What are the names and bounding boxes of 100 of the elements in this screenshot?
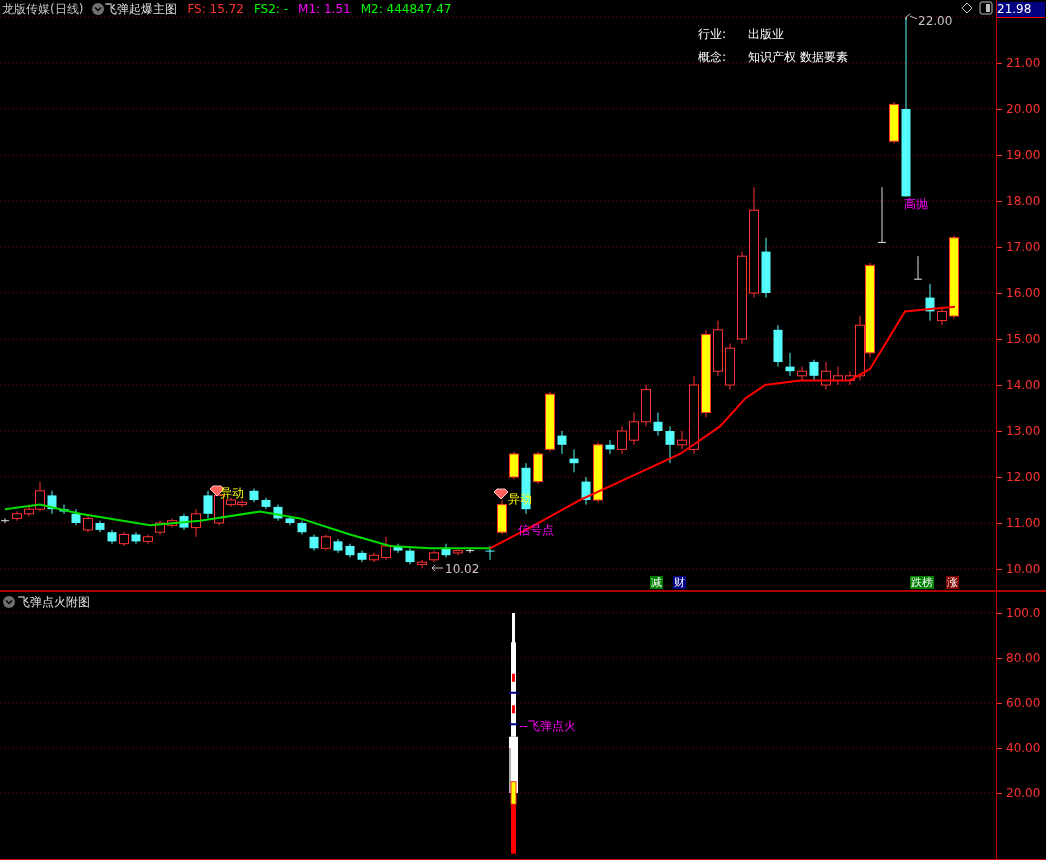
axis-label: 40.00 bbox=[1006, 741, 1041, 755]
candlestick bbox=[369, 552, 379, 563]
candlestick bbox=[345, 543, 355, 558]
info-value: 知识产权 数据要素 bbox=[748, 49, 848, 66]
candlestick bbox=[203, 490, 213, 519]
info-label: 行业: bbox=[698, 26, 728, 43]
axis-label: 12.00 bbox=[1006, 470, 1041, 484]
axis-label: 13.00 bbox=[1006, 424, 1041, 438]
axis-label: 11.00 bbox=[1006, 516, 1041, 530]
candlestick bbox=[155, 520, 165, 535]
candlestick bbox=[95, 520, 105, 533]
axis-label: 100.0 bbox=[1006, 606, 1041, 620]
axis-label: 17.00 bbox=[1006, 240, 1041, 254]
candlestick bbox=[677, 430, 687, 450]
candlestick bbox=[557, 430, 567, 455]
candlestick bbox=[913, 255, 923, 280]
candlestick bbox=[533, 451, 543, 485]
panel-title: 飞弹点火附图 bbox=[18, 595, 90, 609]
event-tag: 财 bbox=[673, 576, 686, 589]
indicator-title: 飞弹起爆主图 bbox=[105, 0, 178, 18]
candlestick bbox=[785, 352, 795, 377]
candlestick bbox=[925, 283, 935, 322]
diamond-icon[interactable] bbox=[961, 2, 973, 14]
candlestick bbox=[179, 513, 189, 531]
candlestick bbox=[12, 511, 22, 522]
candlestick bbox=[107, 529, 117, 545]
candlestick bbox=[0, 517, 10, 524]
candlestick bbox=[143, 534, 153, 545]
candlestick bbox=[237, 499, 247, 508]
candlestick bbox=[617, 425, 627, 455]
candlestick bbox=[309, 534, 319, 552]
candlestick bbox=[545, 391, 555, 453]
info-label: 概念: bbox=[698, 49, 728, 66]
candlestick bbox=[285, 515, 295, 526]
candlestick bbox=[393, 543, 403, 554]
candlestick bbox=[593, 442, 603, 503]
axis-label: 21.00 bbox=[1006, 56, 1041, 70]
axis-label: 20.00 bbox=[1006, 786, 1041, 800]
candlestick bbox=[321, 534, 331, 552]
candlestick bbox=[333, 538, 343, 554]
candlestick bbox=[83, 515, 93, 533]
candlestick bbox=[465, 547, 475, 554]
panel-toggle-icon[interactable] bbox=[979, 1, 993, 15]
price-mark: 10.02 bbox=[445, 562, 480, 576]
axis-label: 15.00 bbox=[1006, 332, 1041, 346]
candlestick bbox=[381, 536, 391, 561]
candlestick bbox=[429, 550, 439, 563]
current-price-badge: 21.98 bbox=[997, 2, 1045, 18]
candlestick bbox=[581, 476, 591, 506]
candlestick bbox=[833, 366, 843, 386]
event-tag: 涨 bbox=[946, 576, 959, 589]
candlestick bbox=[226, 497, 236, 508]
candlestick bbox=[725, 343, 735, 391]
candlestick bbox=[509, 451, 519, 480]
indicator-reading: M2: 444847.47 bbox=[360, 2, 452, 16]
event-tag: 跌榜 bbox=[910, 576, 934, 589]
candlestick bbox=[937, 306, 947, 326]
arrow-icon bbox=[431, 564, 444, 572]
indicator-reading: FS: 15.72 bbox=[187, 2, 244, 16]
candlestick bbox=[261, 497, 271, 510]
candlestick bbox=[405, 547, 415, 565]
candlestick bbox=[119, 531, 129, 547]
axis-label: 14.00 bbox=[1006, 378, 1041, 392]
axis-label: 10.00 bbox=[1006, 562, 1041, 576]
candlestick bbox=[713, 320, 723, 377]
candlestick bbox=[497, 499, 507, 535]
axis-label: 60.00 bbox=[1006, 696, 1041, 710]
candlestick bbox=[569, 448, 579, 473]
chevron-down-icon[interactable] bbox=[92, 3, 104, 15]
candlestick bbox=[59, 504, 69, 515]
chevron-down-icon[interactable] bbox=[3, 596, 15, 608]
candlestick bbox=[653, 412, 663, 437]
leader-line bbox=[905, 13, 918, 21]
candlestick bbox=[273, 504, 283, 522]
candlestick bbox=[809, 359, 819, 381]
candlestick bbox=[417, 559, 427, 569]
gem-icon bbox=[493, 488, 509, 500]
candlestick bbox=[641, 384, 651, 427]
axis-label: 80.00 bbox=[1006, 651, 1041, 665]
signal-label: --飞弹点火 bbox=[519, 718, 576, 733]
candlestick bbox=[773, 324, 783, 368]
candlestick bbox=[665, 425, 675, 464]
axis-label: 16.00 bbox=[1006, 286, 1041, 300]
candlestick bbox=[191, 508, 201, 538]
candlestick bbox=[249, 488, 259, 503]
candlestick bbox=[797, 366, 807, 381]
candlestick bbox=[629, 412, 639, 446]
axis-label: 20.00 bbox=[1006, 102, 1041, 116]
candlestick bbox=[441, 543, 451, 558]
candlestick bbox=[167, 517, 177, 529]
candlestick bbox=[357, 550, 367, 563]
candlestick bbox=[877, 186, 887, 243]
info-value: 出版业 bbox=[748, 26, 785, 43]
candlestick bbox=[71, 508, 81, 526]
candlestick bbox=[47, 490, 57, 515]
event-tag: 减 bbox=[650, 576, 663, 589]
indicator-reading: FS2: - bbox=[253, 2, 289, 16]
axis-label: 18.00 bbox=[1006, 194, 1041, 208]
candlestick bbox=[889, 101, 899, 144]
candlestick bbox=[453, 547, 463, 556]
